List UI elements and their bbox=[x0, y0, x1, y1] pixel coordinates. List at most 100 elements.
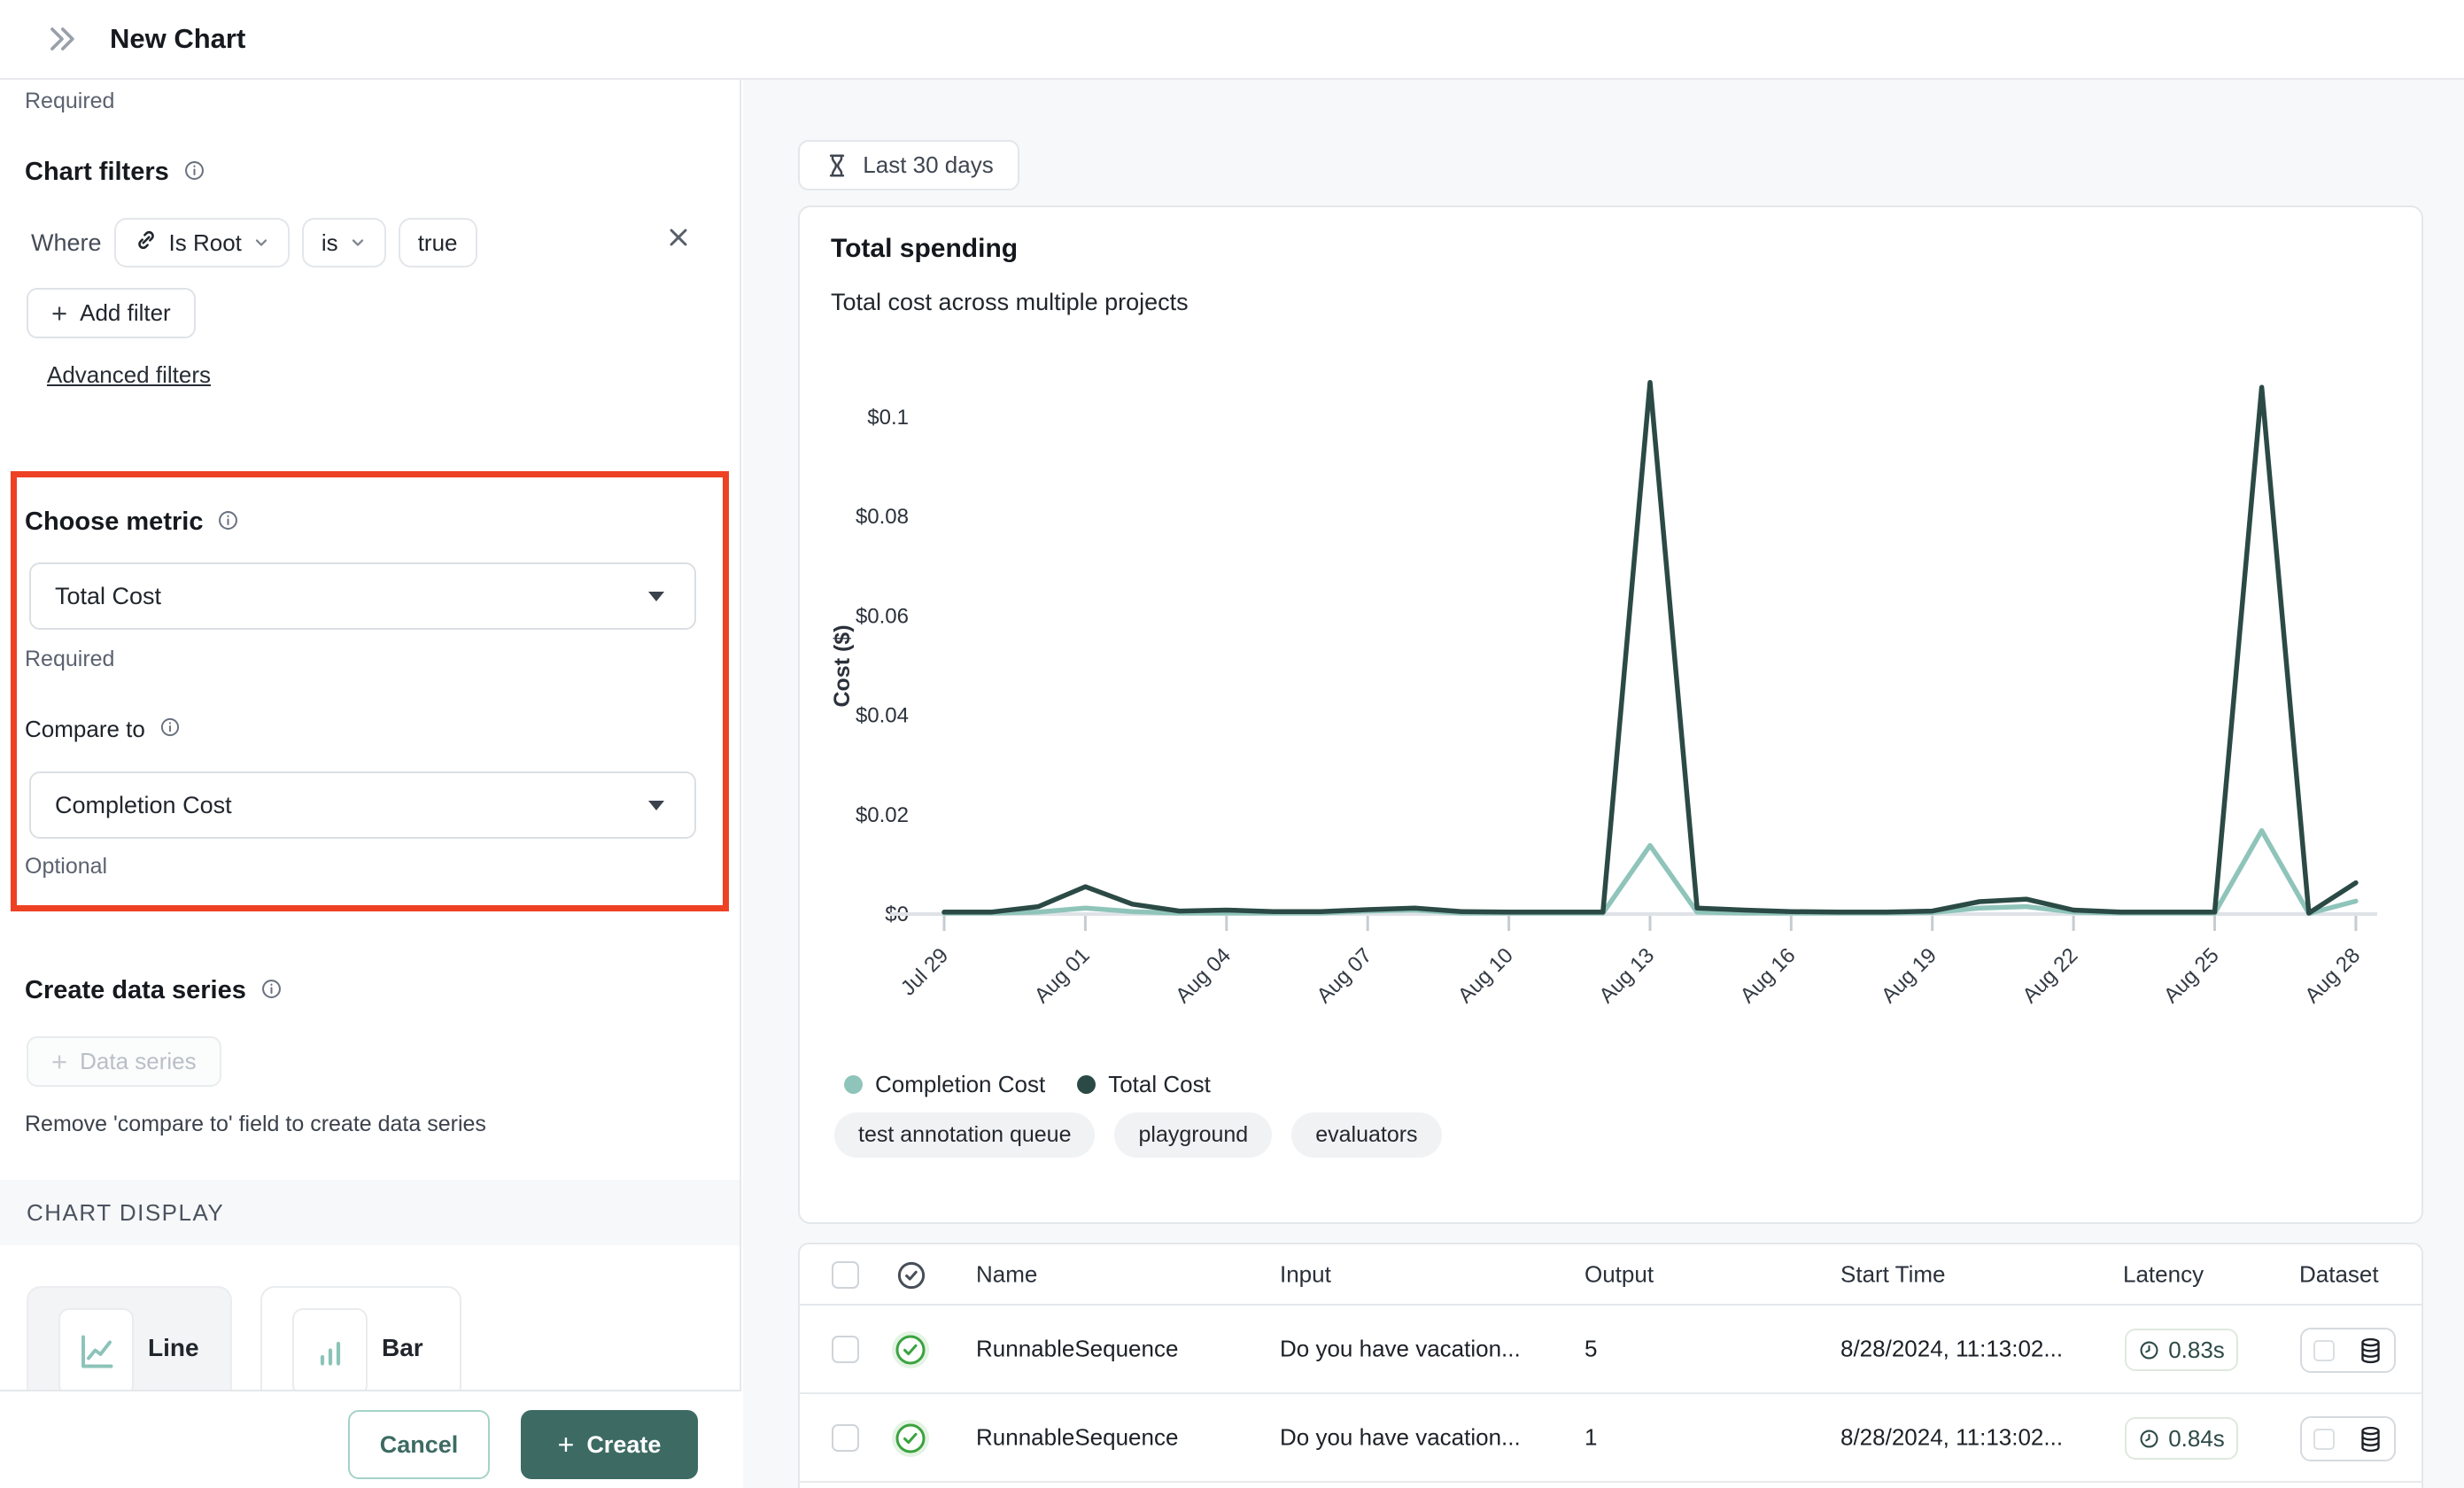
line-chart-icon bbox=[75, 1330, 118, 1373]
dataset-cell[interactable] bbox=[2300, 1416, 2396, 1461]
cell-output: 5 bbox=[1585, 1336, 1597, 1363]
tag-playground[interactable]: playground bbox=[1114, 1112, 1272, 1158]
cell-name: RunnableSequence bbox=[976, 1336, 1178, 1363]
success-status-icon bbox=[891, 1330, 930, 1374]
preview-panel: Last 30 days Total spending Total cost a… bbox=[743, 80, 2464, 1488]
create-data-series-heading: Create data series bbox=[25, 976, 246, 1005]
metric-select[interactable]: Total Cost bbox=[29, 562, 696, 630]
new-chart-sidebar: Required Chart filters Where Is Root is … bbox=[0, 80, 741, 1488]
dataset-checkbox[interactable] bbox=[2313, 1429, 2335, 1450]
table-row[interactable]: RunnableSequence Do you have vacation...… bbox=[800, 1306, 2421, 1394]
col-start-time[interactable]: Start Time bbox=[1840, 1260, 1945, 1288]
latency-badge: 0.83s bbox=[2125, 1329, 2238, 1371]
time-range-label: Last 30 days bbox=[863, 151, 993, 179]
col-latency[interactable]: Latency bbox=[2123, 1260, 2204, 1288]
svg-text:Cost ($): Cost ($) bbox=[830, 624, 855, 707]
choose-metric-heading: Choose metric bbox=[25, 508, 203, 537]
metric-helper: Required bbox=[25, 647, 114, 672]
collapse-panel-icon[interactable] bbox=[43, 19, 81, 58]
row-checkbox[interactable] bbox=[832, 1336, 859, 1363]
svg-text:Aug 07: Aug 07 bbox=[1313, 943, 1377, 1008]
col-input[interactable]: Input bbox=[1280, 1260, 1331, 1288]
time-range-button[interactable]: Last 30 days bbox=[798, 140, 1019, 190]
chart-title: Total spending bbox=[831, 234, 1018, 264]
sidebar-footer: Cancel + Create bbox=[0, 1390, 741, 1488]
chart-type-bar-option[interactable]: Bar bbox=[260, 1286, 461, 1401]
spending-chart-card: Total spending Total cost across multipl… bbox=[798, 205, 2423, 1224]
col-dataset[interactable]: Dataset bbox=[2299, 1260, 2379, 1288]
row-checkbox[interactable] bbox=[832, 1424, 859, 1452]
dataset-cell[interactable] bbox=[2300, 1328, 2396, 1373]
advanced-filters-link[interactable]: Advanced filters bbox=[47, 361, 211, 389]
table-row[interactable]: RunnableSequence Do you have vacation...… bbox=[800, 1394, 2421, 1483]
plus-icon: + bbox=[558, 1429, 575, 1461]
data-series-info-icon[interactable] bbox=[260, 977, 283, 1005]
dataset-checkbox[interactable] bbox=[2313, 1340, 2335, 1361]
bar-chart-icon bbox=[309, 1330, 352, 1373]
select-all-checkbox[interactable] bbox=[832, 1261, 859, 1289]
chart-filters-heading: Chart filters bbox=[25, 158, 169, 187]
svg-text:Aug 13: Aug 13 bbox=[1594, 943, 1659, 1008]
cell-start-time: 8/28/2024, 11:13:02... bbox=[1840, 1424, 2063, 1452]
plus-icon: + bbox=[51, 299, 67, 327]
legend-item-total-cost[interactable]: Total Cost bbox=[1077, 1071, 1211, 1098]
filter-operator-dropdown[interactable]: is bbox=[302, 218, 386, 267]
svg-text:Aug 22: Aug 22 bbox=[2018, 943, 2082, 1008]
svg-text:Aug 04: Aug 04 bbox=[1171, 943, 1236, 1008]
project-tags: test annotation queue playground evaluat… bbox=[834, 1112, 1442, 1158]
table-header-row: Name Input Output Start Time Latency Dat… bbox=[800, 1244, 2421, 1306]
caret-down-icon bbox=[648, 592, 664, 601]
success-status-icon bbox=[891, 1419, 930, 1462]
col-name[interactable]: Name bbox=[976, 1260, 1037, 1288]
svg-text:Aug 01: Aug 01 bbox=[1030, 943, 1095, 1008]
tag-test-annotation-queue[interactable]: test annotation queue bbox=[834, 1112, 1095, 1158]
cell-name: RunnableSequence bbox=[976, 1424, 1178, 1452]
cell-output: 1 bbox=[1585, 1424, 1597, 1452]
chart-display-section-header: CHART DISPLAY bbox=[0, 1180, 740, 1245]
line-option-label: Line bbox=[148, 1334, 199, 1362]
runs-table: Name Input Output Start Time Latency Dat… bbox=[798, 1243, 2423, 1488]
compare-to-info-icon[interactable] bbox=[159, 716, 182, 743]
filter-field-value: Is Root bbox=[169, 229, 242, 257]
database-icon bbox=[2359, 1337, 2383, 1364]
filter-value-chip[interactable]: true bbox=[399, 218, 477, 267]
legend-dot-completion bbox=[844, 1075, 863, 1094]
remove-filter-icon[interactable] bbox=[664, 223, 693, 256]
field-helper-required: Required bbox=[25, 89, 114, 114]
chevron-down-icon bbox=[252, 234, 270, 252]
data-series-button[interactable]: + Data series bbox=[27, 1036, 221, 1087]
clock-icon bbox=[2138, 1428, 2160, 1450]
hourglass-icon bbox=[824, 152, 850, 179]
tag-evaluators[interactable]: evaluators bbox=[1291, 1112, 1441, 1158]
svg-text:Aug 28: Aug 28 bbox=[2300, 943, 2365, 1008]
cancel-button[interactable]: Cancel bbox=[348, 1410, 490, 1479]
bar-option-label: Bar bbox=[382, 1334, 423, 1362]
spending-plot: $0.1$0.08$0.06$0.04$0.02$0Cost ($)Jul 29… bbox=[800, 356, 2425, 1047]
status-column-icon bbox=[895, 1259, 928, 1297]
filter-operator-value: is bbox=[322, 229, 338, 257]
svg-text:$0.04: $0.04 bbox=[856, 704, 909, 728]
clock-icon bbox=[2138, 1339, 2160, 1361]
compare-to-select[interactable]: Completion Cost bbox=[29, 771, 696, 839]
chart-type-line-option[interactable]: Line bbox=[27, 1286, 232, 1401]
chevron-down-icon bbox=[349, 234, 367, 252]
legend-dot-total bbox=[1077, 1075, 1096, 1094]
database-icon bbox=[2359, 1426, 2383, 1453]
chart-legend: Completion Cost Total Cost bbox=[844, 1071, 1211, 1098]
cell-input: Do you have vacation... bbox=[1280, 1336, 1521, 1363]
where-label: Where bbox=[31, 229, 102, 257]
create-button[interactable]: + Create bbox=[521, 1410, 698, 1479]
col-output[interactable]: Output bbox=[1585, 1260, 1654, 1288]
top-header: New Chart bbox=[0, 0, 2464, 80]
filter-field-dropdown[interactable]: Is Root bbox=[114, 218, 290, 267]
svg-text:Aug 16: Aug 16 bbox=[1736, 943, 1801, 1008]
filter-value: true bbox=[418, 229, 458, 257]
data-series-note: Remove 'compare to' field to create data… bbox=[25, 1112, 486, 1137]
add-filter-button[interactable]: + Add filter bbox=[27, 288, 196, 338]
choose-metric-info-icon[interactable] bbox=[216, 508, 240, 537]
legend-item-completion-cost[interactable]: Completion Cost bbox=[844, 1071, 1045, 1098]
svg-text:$0.06: $0.06 bbox=[856, 604, 909, 628]
compare-to-select-value: Completion Cost bbox=[55, 792, 232, 819]
chart-subtitle: Total cost across multiple projects bbox=[831, 289, 1189, 316]
chart-filters-info-icon[interactable] bbox=[182, 159, 206, 187]
